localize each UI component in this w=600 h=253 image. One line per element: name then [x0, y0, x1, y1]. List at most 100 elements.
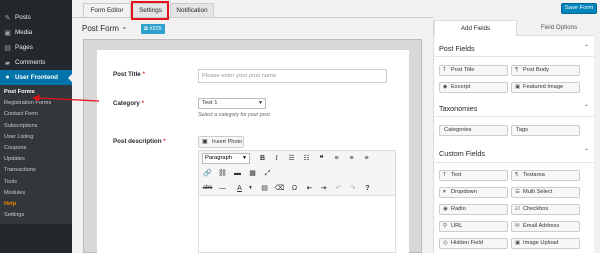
menu-posts[interactable]: ✎ Posts	[0, 10, 72, 25]
align-left-icon[interactable]: ≡	[331, 153, 342, 164]
field-dropdown[interactable]: ▾ Dropdown	[439, 187, 508, 198]
submenu-user-listing[interactable]: User Listing	[0, 132, 72, 143]
help-icon[interactable]: ?	[362, 183, 373, 194]
field-label: Email Address	[523, 223, 560, 229]
menu-pages[interactable]: ▤ Pages	[0, 40, 72, 55]
field-post-title[interactable]: T Post Title	[439, 65, 508, 76]
annotation-arrow	[32, 94, 100, 102]
field-label: Checkbox	[523, 206, 549, 212]
editor-toolbar: Paragraph ▼ B I ☰ ☷ ❝ ≡ ≡ ≡ 🔗 ⛓ ▬ ▦ ⤢ abc…	[199, 151, 395, 196]
field-label: Post Body	[523, 67, 549, 73]
numbered-list-icon[interactable]: ☷	[301, 153, 312, 164]
divider	[433, 116, 600, 117]
field-textarea[interactable]: ¶ Textarea	[511, 170, 580, 181]
redo-icon[interactable]: ↷	[347, 183, 358, 194]
special-character-icon[interactable]: Ω	[289, 183, 300, 194]
blockquote-icon[interactable]: ❝	[316, 153, 327, 164]
media-icon: ▣	[4, 29, 11, 37]
field-checkbox[interactable]: ☑ Checkbox	[511, 204, 580, 215]
field-tags[interactable]: Tags	[511, 125, 580, 136]
menu-label: Pages	[15, 44, 33, 51]
field-excerpt[interactable]: ◆ Excerpt	[439, 82, 508, 93]
field-label: Excerpt	[451, 84, 471, 90]
paste-text-icon[interactable]: ▤	[259, 183, 270, 194]
save-form-button[interactable]: Save Form	[561, 3, 597, 14]
submenu-updates[interactable]: Updates	[0, 154, 72, 165]
field-featured-image[interactable]: ▣ Featured Image	[511, 82, 580, 93]
clear-formatting-icon[interactable]: ⌫	[274, 183, 285, 194]
insert-photo-label: Insert Photo	[212, 139, 243, 145]
submenu-help[interactable]: Help	[0, 199, 72, 210]
field-hidden[interactable]: ◎ Hidden Field	[439, 238, 508, 249]
bullet-list-icon[interactable]: ☰	[286, 153, 297, 164]
chevron-down-icon[interactable]: ⌄	[121, 22, 128, 31]
format-select[interactable]: Paragraph ▼	[202, 153, 250, 164]
chevron-up-icon[interactable]: ⌃	[584, 44, 589, 51]
outdent-icon[interactable]: ⇤	[304, 183, 315, 194]
undo-icon[interactable]: ↶	[333, 183, 344, 194]
field-text[interactable]: T Text	[439, 170, 508, 181]
field-image-upload[interactable]: ▣ Image Upload	[511, 238, 580, 249]
image-icon: ▣	[515, 240, 521, 246]
custom-fields-title[interactable]: Custom Fields	[439, 149, 485, 158]
field-radio[interactable]: ◉ Radio	[439, 204, 508, 215]
post-title-input[interactable]: Please enter your post name	[198, 69, 387, 83]
align-right-icon[interactable]: ≡	[361, 153, 372, 164]
field-url[interactable]: ⚲ URL	[439, 221, 508, 232]
italic-icon[interactable]: I	[271, 153, 282, 164]
submenu-contact-form[interactable]: Contact Form	[0, 109, 72, 120]
link-icon[interactable]: 🔗	[202, 168, 213, 179]
tab-notification[interactable]: Notification	[170, 3, 214, 18]
tab-add-fields[interactable]: Add Fields	[434, 20, 517, 36]
chevron-down-icon[interactable]: ▼	[245, 183, 256, 194]
unlink-icon[interactable]: ⛓	[217, 168, 228, 179]
list-icon: ☰	[515, 189, 520, 195]
indent-icon[interactable]: ⇥	[318, 183, 329, 194]
admin-sidebar: ✎ Posts ▣ Media ▤ Pages ▰ Comments ● User Fro…	[0, 0, 72, 253]
table-icon[interactable]: ▦	[247, 168, 258, 179]
horizontal-rule-icon[interactable]: —	[217, 183, 228, 194]
shortcode-badge[interactable]: ⧉ #225	[141, 24, 165, 34]
submenu-subscriptions[interactable]: Subscriptions	[0, 121, 72, 132]
description-label: Post description *	[113, 138, 166, 145]
rich-text-editor[interactable]: Paragraph ▼ B I ☰ ☷ ❝ ≡ ≡ ≡ 🔗 ⛓ ▬ ▦ ⤢ abc…	[198, 150, 396, 253]
submenu-coupons[interactable]: Coupons	[0, 143, 72, 154]
submenu-modules[interactable]: Modules	[0, 188, 72, 199]
field-post-body[interactable]: ¶ Post Body	[511, 65, 580, 76]
category-select[interactable]: Test 1 ▼	[198, 98, 266, 109]
menu-comments[interactable]: ▰ Comments	[0, 55, 72, 70]
menu-user-frontend[interactable]: ● User Frontend	[0, 70, 72, 85]
excerpt-icon: ◆	[443, 84, 448, 90]
field-categories[interactable]: Categories	[439, 125, 508, 136]
field-multi-select[interactable]: ☰ Multi Select	[511, 187, 580, 198]
post-fields-title[interactable]: Post Fields	[439, 44, 475, 53]
chevron-up-icon[interactable]: ⌃	[584, 148, 589, 155]
chevron-up-icon[interactable]: ⌃	[584, 104, 589, 111]
fullscreen-icon[interactable]: ⤢	[262, 168, 273, 179]
field-label: Hidden Field	[451, 240, 483, 246]
bold-icon[interactable]: B	[257, 153, 268, 164]
format-value: Paragraph	[205, 155, 233, 161]
text-color-icon[interactable]: A	[234, 183, 245, 194]
divider	[433, 162, 600, 163]
pin-icon: ✎	[4, 14, 11, 22]
text-icon: T	[443, 67, 447, 73]
tab-form-editor[interactable]: Form Editor	[83, 3, 131, 18]
submenu-settings[interactable]: Settings	[0, 210, 72, 221]
submenu-tools[interactable]: Tools	[0, 177, 72, 188]
align-center-icon[interactable]: ≡	[346, 153, 357, 164]
form-title[interactable]: Post Form	[82, 24, 119, 33]
required-marker: *	[142, 71, 145, 78]
required-marker: *	[141, 100, 144, 107]
field-email[interactable]: ✉ Email Address	[511, 221, 580, 232]
strikethrough-icon[interactable]: abc	[202, 183, 213, 194]
submenu-transactions[interactable]: Transactions	[0, 165, 72, 176]
field-label: Radio	[451, 206, 466, 212]
shortcode-label: #225	[149, 26, 162, 32]
horizontal-line-icon[interactable]: ▬	[232, 168, 243, 179]
taxonomies-title[interactable]: Taxonomies	[439, 104, 477, 113]
menu-media[interactable]: ▣ Media	[0, 25, 72, 40]
tab-field-options[interactable]: Field Options	[517, 20, 600, 36]
scrollbar[interactable]	[594, 20, 600, 253]
insert-photo-button[interactable]: ▣ Insert Photo	[198, 136, 244, 148]
